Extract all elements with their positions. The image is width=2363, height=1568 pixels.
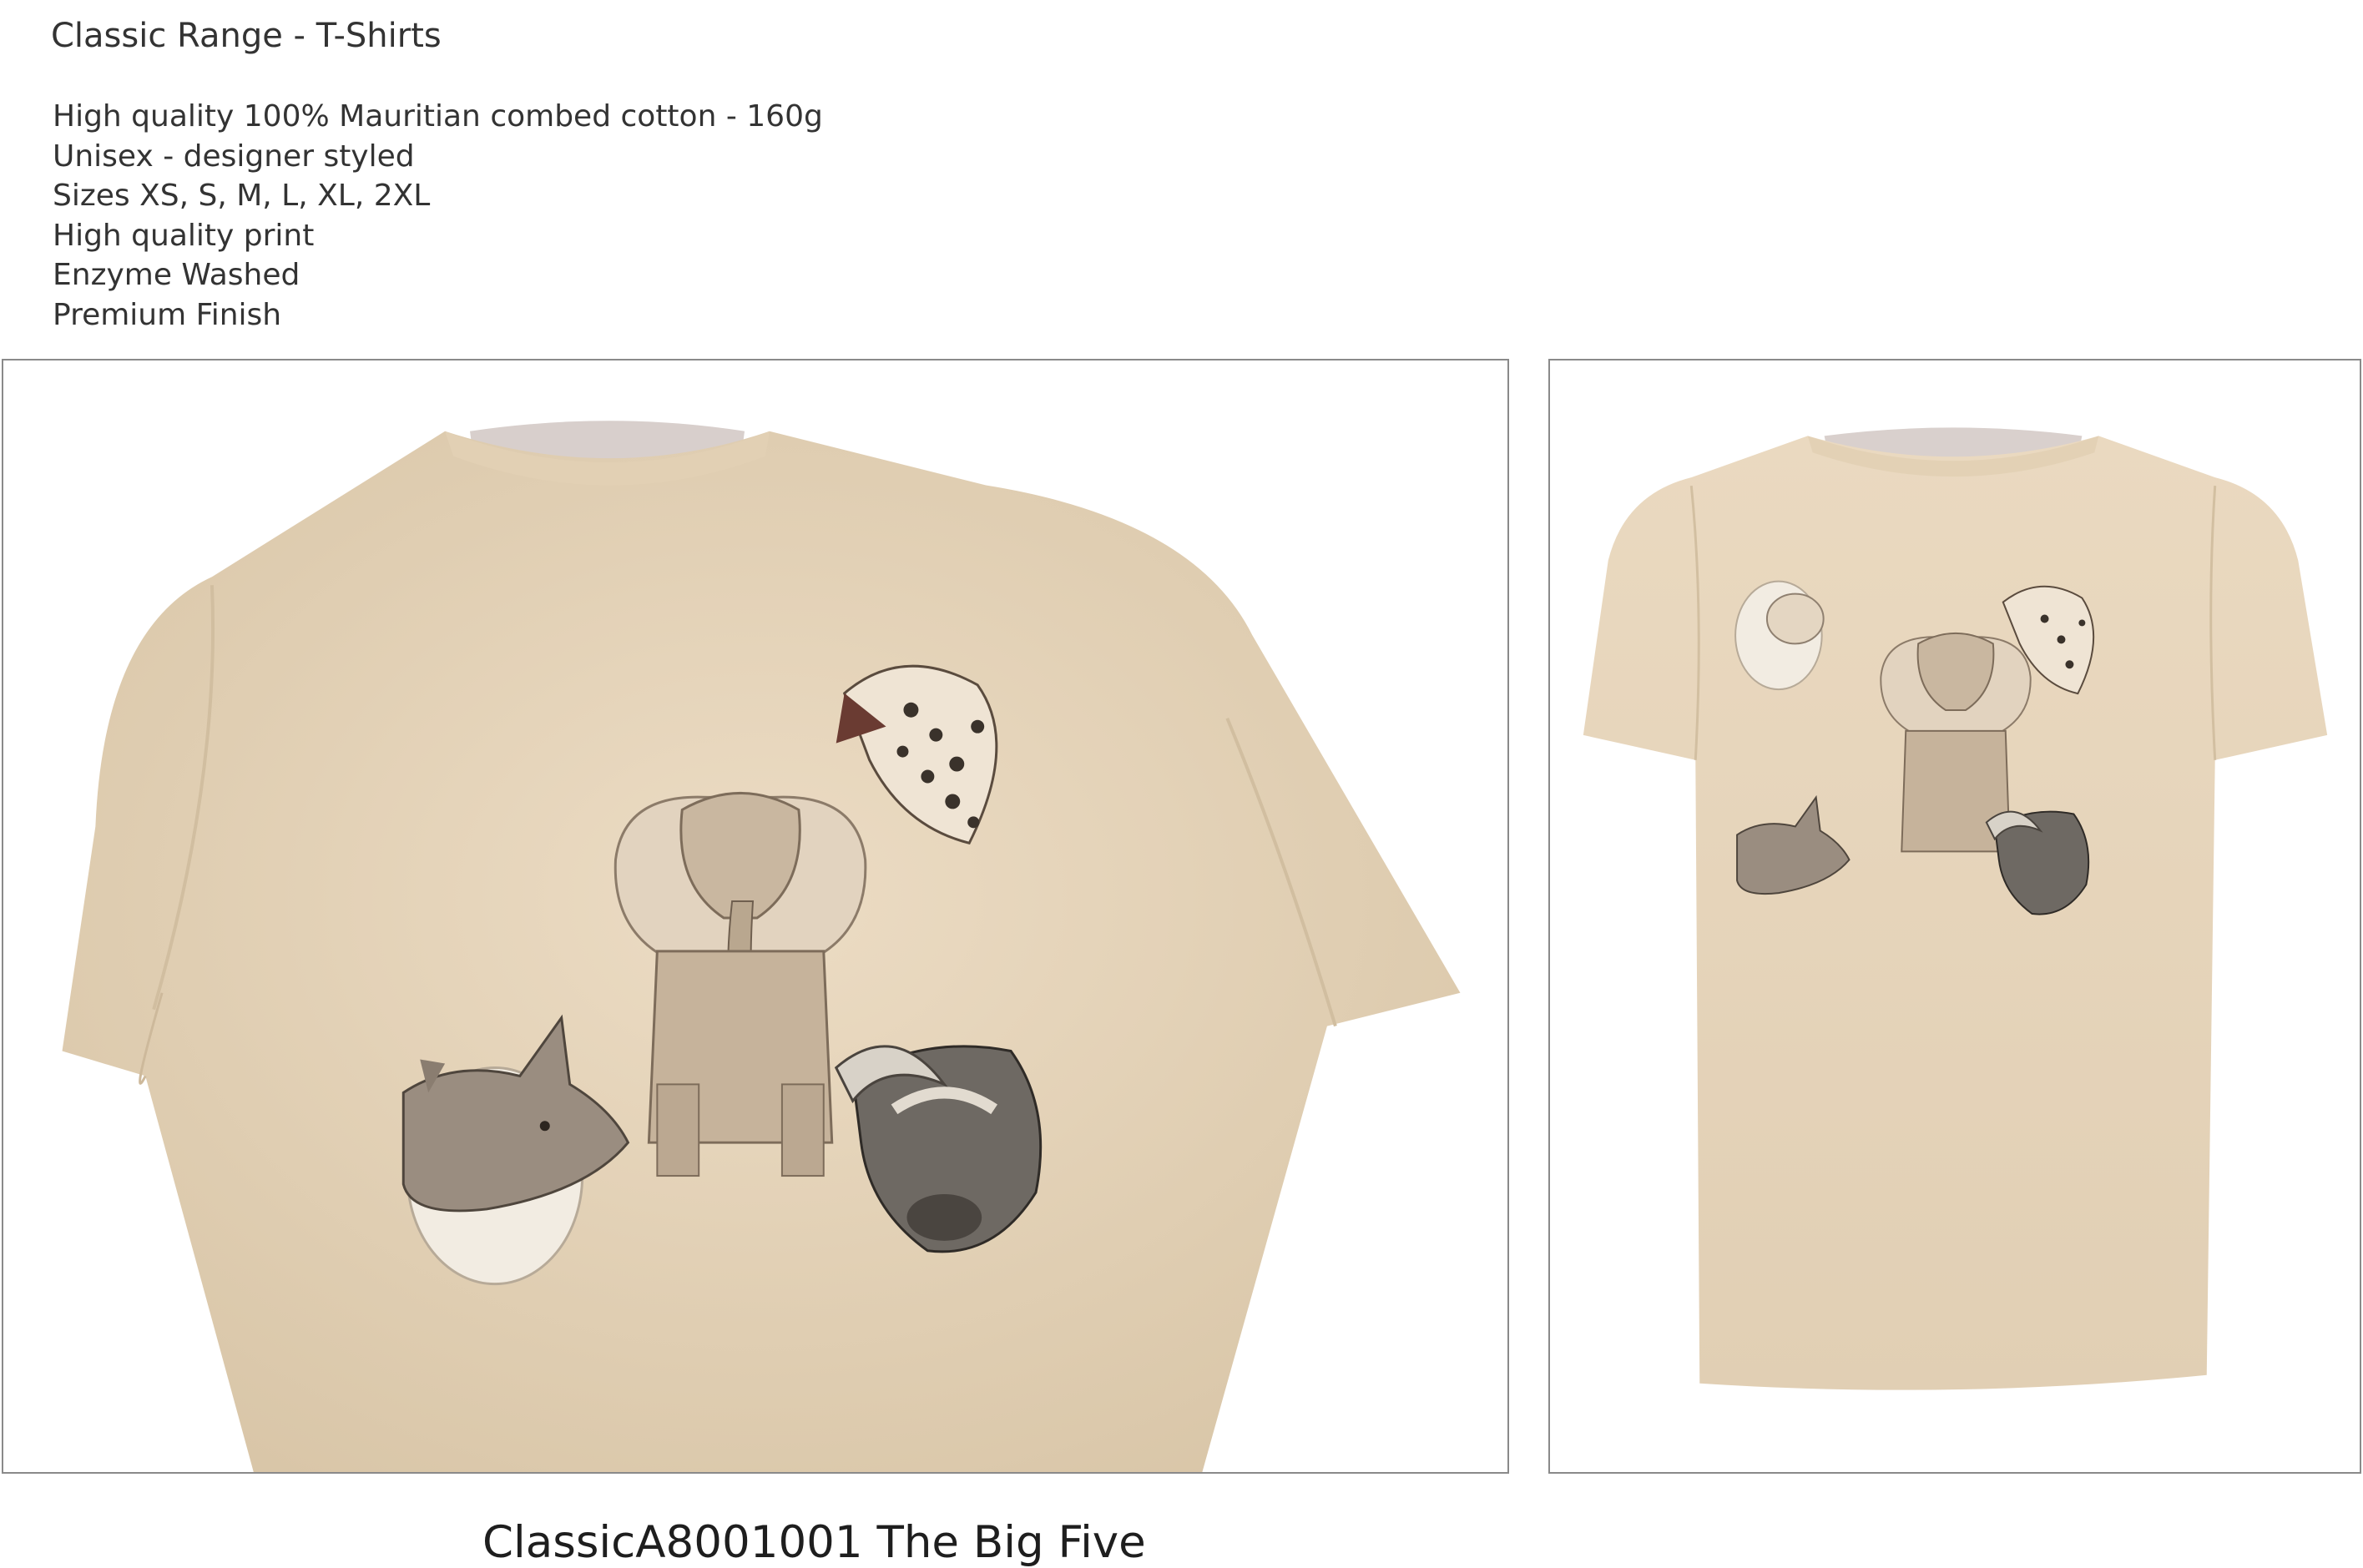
product-photo-full: [1548, 359, 2361, 1474]
product-caption: ClassicA8001001 The Big Five: [482, 1517, 1146, 1568]
feature-list: High quality 100% Mauritian combed cotto…: [53, 97, 823, 335]
tshirt-closeup-image: [62, 421, 1461, 1472]
page-title: Classic Range - T-Shirts: [51, 17, 442, 55]
product-photo-closeup: [2, 359, 1509, 1474]
feature-item: Sizes XS, S, M, L, XL, 2XL: [53, 179, 431, 213]
feature-item: High quality 100% Mauritian combed cotto…: [53, 99, 823, 134]
feature-item: Unisex - designer styled: [53, 139, 415, 174]
lion-print-small: [1734, 580, 1825, 691]
feature-item: High quality print: [53, 218, 315, 253]
feature-item: Enzyme Washed: [53, 258, 300, 292]
feature-item: Premium Finish: [53, 297, 282, 332]
tshirt-full-image: [1583, 427, 2328, 1390]
